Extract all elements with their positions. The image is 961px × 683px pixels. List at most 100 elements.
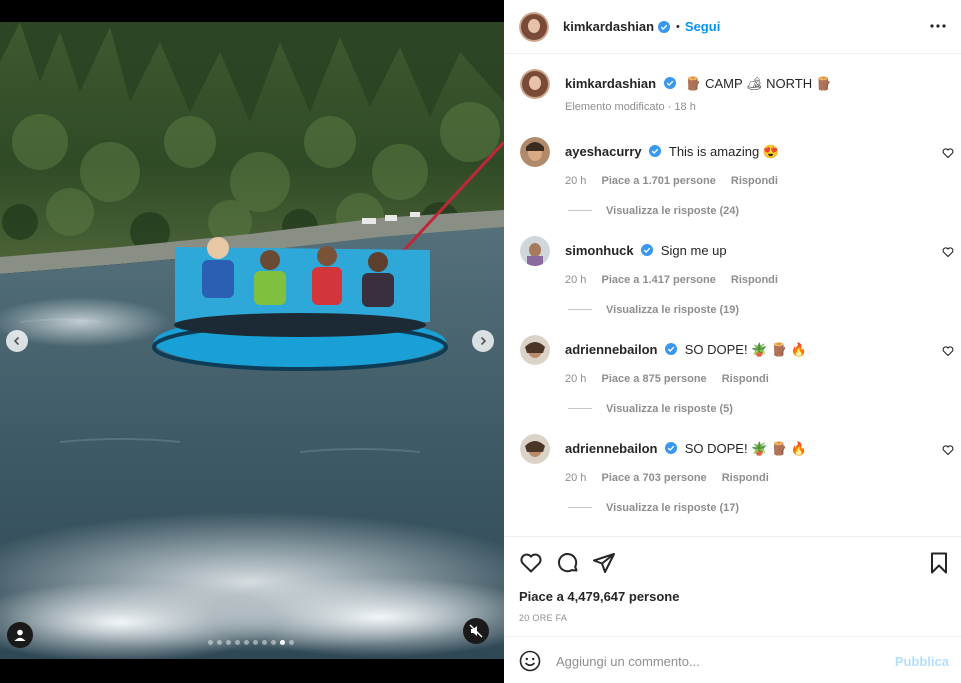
view-replies-button[interactable]: Visualizza le risposte (24) <box>568 205 739 217</box>
comment-text: SO DOPE! 🪴 🪵 🔥 <box>684 342 807 357</box>
caption-author-avatar[interactable] <box>520 69 550 99</box>
verified-badge-icon <box>663 77 676 89</box>
verified-badge-icon <box>665 442 678 454</box>
reply-button[interactable]: Rispondi <box>731 274 778 286</box>
verified-badge-icon <box>641 244 654 256</box>
comment-like-heart-icon[interactable] <box>942 246 954 258</box>
commenter-avatar[interactable] <box>520 137 550 167</box>
video-frame[interactable] <box>0 22 504 659</box>
avatar-image <box>520 69 550 99</box>
slide-dot <box>253 640 258 645</box>
slide-dot <box>226 640 231 645</box>
caption-username[interactable]: kimkardashian <box>565 76 656 91</box>
post-header: kimkardashian • Segui <box>504 0 961 54</box>
share-icon[interactable] <box>592 551 616 575</box>
comment-text: This is amazing 😍 <box>668 144 779 159</box>
comment-like-heart-icon[interactable] <box>942 345 954 357</box>
author-username[interactable]: kimkardashian <box>563 19 654 34</box>
tagged-users-button[interactable] <box>7 622 33 648</box>
comment-time: 20 h <box>565 175 587 187</box>
comment-meta: 20 h Piace a 1.701 persone Rispondi <box>565 175 790 187</box>
commenter-username[interactable]: adriennebailon <box>565 342 657 357</box>
chevron-left-icon <box>13 336 20 346</box>
view-replies-label: Visualizza le risposte (17) <box>606 502 740 514</box>
comment-meta: 20 h Piace a 875 persone Rispondi <box>565 373 781 385</box>
slide-dot <box>217 640 222 645</box>
bookmark-icon[interactable] <box>927 551 951 575</box>
commenter-avatar[interactable] <box>520 434 550 464</box>
comment-icon[interactable] <box>556 551 580 575</box>
header-separator: • <box>676 20 680 33</box>
slide-dot <box>262 640 267 645</box>
comment-input[interactable] <box>556 650 876 672</box>
commenter-avatar[interactable] <box>520 236 550 266</box>
avatar-image <box>520 137 550 167</box>
comment-likes-count[interactable]: Piace a 703 persone <box>601 472 706 484</box>
commenter-avatar[interactable] <box>520 335 550 365</box>
muted-speaker-icon <box>469 624 483 638</box>
view-replies-label: Visualizza le risposte (5) <box>606 403 733 415</box>
lake-tubing-video <box>0 22 504 659</box>
replies-divider <box>568 507 592 508</box>
publish-button[interactable]: Pubblica <box>895 654 949 669</box>
instagram-post-modal: kimkardashian • Segui kimkardashian 🪵 CA… <box>0 0 961 683</box>
verified-badge-icon <box>665 343 678 355</box>
author-avatar[interactable] <box>519 11 549 42</box>
post-actions: Piace a 4,479,647 persone 20 ORE FA <box>504 536 961 636</box>
post-side-panel: kimkardashian • Segui kimkardashian 🪵 CA… <box>504 0 961 683</box>
comment-likes-count[interactable]: Piace a 1.417 persone <box>601 274 715 286</box>
comment-text: Sign me up <box>660 243 727 258</box>
follow-button[interactable]: Segui <box>685 19 720 34</box>
reply-button[interactable]: Rispondi <box>722 472 769 484</box>
next-slide-button[interactable] <box>472 330 494 352</box>
replies-divider <box>568 408 592 409</box>
comment-time: 20 h <box>565 274 587 286</box>
commenter-username[interactable]: ayeshacurry <box>565 144 642 159</box>
likes-count[interactable]: Piace a 4,479,647 persone <box>519 589 679 604</box>
comment-meta: 20 h Piace a 703 persone Rispondi <box>565 472 781 484</box>
comment-line: adriennebailon SO DOPE! 🪴 🪵 🔥 <box>565 441 807 457</box>
more-options-icon[interactable] <box>929 19 947 33</box>
comment-line: ayeshacurry This is amazing 😍 <box>565 144 779 160</box>
caption-line: kimkardashian 🪵 CAMP 🏕 NORTH 🪵 <box>565 76 832 92</box>
previous-slide-button[interactable] <box>6 330 28 352</box>
post-timestamp: 20 ORE FA <box>519 613 568 623</box>
slide-dot <box>235 640 240 645</box>
comment-composer: Pubblica <box>504 636 961 683</box>
heart-icon[interactable] <box>519 551 543 575</box>
slide-dot-active <box>280 640 285 645</box>
reply-button[interactable]: Rispondi <box>722 373 769 385</box>
view-replies-button[interactable]: Visualizza le risposte (19) <box>568 304 739 316</box>
comment-time: 20 h <box>565 373 587 385</box>
user-tag-icon <box>14 629 26 641</box>
mute-toggle-button[interactable] <box>463 618 489 644</box>
comments-list: kimkardashian 🪵 CAMP 🏕 NORTH 🪵 Elemento … <box>504 55 961 536</box>
avatar-image <box>519 11 549 42</box>
caption-edited-label: Elemento modificato · 18 h <box>565 101 696 113</box>
comment-text: SO DOPE! 🪴 🪵 🔥 <box>684 441 807 456</box>
comment-time: 20 h <box>565 472 587 484</box>
emoji-icon[interactable] <box>519 650 541 672</box>
avatar-image <box>520 434 550 464</box>
reply-button[interactable]: Rispondi <box>731 175 778 187</box>
slide-indicator <box>208 640 294 645</box>
comment-likes-count[interactable]: Piace a 875 persone <box>601 373 706 385</box>
comment-like-heart-icon[interactable] <box>942 444 954 456</box>
commenter-username[interactable]: adriennebailon <box>565 441 657 456</box>
replies-divider <box>568 210 592 211</box>
avatar-image <box>520 236 550 266</box>
chevron-right-icon <box>480 336 487 346</box>
caption-text: 🪵 CAMP 🏕 NORTH 🪵 <box>685 76 832 91</box>
comment-line: simonhuck Sign me up <box>565 243 727 258</box>
view-replies-label: Visualizza le risposte (24) <box>606 205 740 217</box>
slide-dot <box>244 640 249 645</box>
slide-dot <box>271 640 276 645</box>
comment-like-heart-icon[interactable] <box>942 147 954 159</box>
view-replies-button[interactable]: Visualizza le risposte (17) <box>568 502 739 514</box>
verified-badge-icon <box>658 20 671 33</box>
slide-dot <box>208 640 213 645</box>
commenter-username[interactable]: simonhuck <box>565 243 634 258</box>
comment-likes-count[interactable]: Piace a 1.701 persone <box>601 175 715 187</box>
post-media <box>0 0 504 683</box>
view-replies-button[interactable]: Visualizza le risposte (5) <box>568 403 733 415</box>
